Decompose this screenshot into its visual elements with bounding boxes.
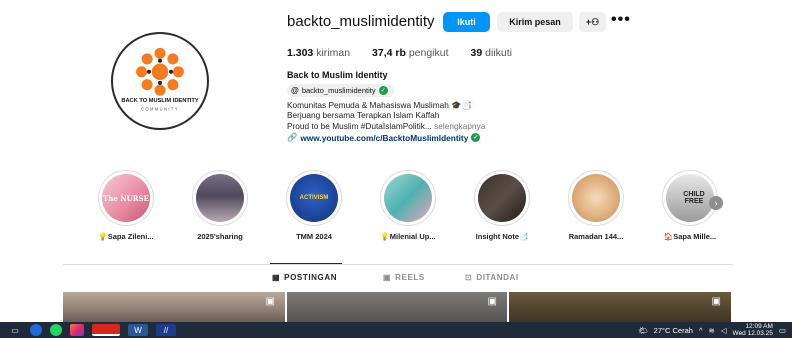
- highlight-label: 💡Milenial Up...: [380, 232, 436, 241]
- edge-browser-icon[interactable]: [30, 324, 42, 336]
- story-highlight[interactable]: 💡Milenial Up...: [368, 170, 448, 241]
- task-view-icon[interactable]: ▭: [8, 324, 22, 336]
- story-highlight[interactable]: Insight Note📑: [462, 170, 542, 241]
- bio-line: Komunitas Pemuda & Mahasiswa Muslimah 🎓📑: [287, 100, 472, 110]
- highlight-label: TMM 2024: [296, 232, 332, 241]
- send-message-button[interactable]: Kirim pesan: [497, 12, 573, 32]
- opera-browser-icon[interactable]: [92, 324, 120, 336]
- story-highlight[interactable]: Ramadan 144...: [556, 170, 636, 241]
- profile-stats: 1.303 kiriman 37,4 rb pengikut 39 diikut…: [287, 47, 512, 59]
- post-thumbnail[interactable]: ▣: [287, 292, 507, 322]
- threads-badge[interactable]: @ backto_muslimidentity ✓: [287, 84, 394, 97]
- svg-text:BACK TO MUSLIM IDENTITY: BACK TO MUSLIM IDENTITY: [121, 98, 199, 104]
- threads-handle: backto_muslimidentity: [301, 86, 376, 95]
- link-icon: 🔗: [287, 132, 298, 142]
- chevron-right-icon[interactable]: ›: [709, 196, 723, 210]
- bio-more-link[interactable]: selengkapnya: [434, 121, 485, 131]
- community-logo-icon: BACK TO MUSLIM IDENTITY COMMUNITY: [119, 47, 201, 111]
- whatsapp-icon[interactable]: [50, 324, 62, 336]
- add-person-icon: +⚇: [585, 16, 600, 27]
- tab-reels[interactable]: ▣ REELS: [383, 273, 425, 282]
- reel-icon: ▣: [711, 296, 721, 307]
- system-tray: 🌤 27°C Cerah ^ ≋ ◁ 12:09 AM Wed 12.03.25…: [638, 322, 792, 338]
- profile-external-link[interactable]: 🔗 www.youtube.com/c/BacktoMuslimIdentity…: [287, 132, 481, 143]
- post-thumbnail[interactable]: ▣: [63, 292, 285, 322]
- word-icon[interactable]: W: [128, 324, 148, 336]
- threads-icon: @: [291, 86, 299, 95]
- highlight-cover: [572, 174, 620, 222]
- more-options-icon[interactable]: •••: [611, 11, 631, 29]
- story-highlight[interactable]: ACTIVISM TMM 2024: [274, 170, 354, 241]
- highlight-label: Ramadan 144...: [568, 232, 624, 241]
- profile-avatar[interactable]: BACK TO MUSLIM IDENTITY COMMUNITY: [111, 32, 209, 130]
- profile-bio: Komunitas Pemuda & Mahasiswa Muslimah 🎓📑…: [287, 100, 485, 131]
- verified-check-icon: ✓: [378, 86, 388, 95]
- active-tab-indicator: [270, 263, 342, 264]
- highlight-cover: [384, 174, 432, 222]
- following-count[interactable]: 39 diikuti: [471, 47, 512, 59]
- clock[interactable]: 12:09 AM Wed 12.03.25: [733, 323, 773, 337]
- reel-icon: ▣: [265, 296, 275, 307]
- followers-count[interactable]: 37,4 rb pengikut: [372, 47, 448, 59]
- svg-text:COMMUNITY: COMMUNITY: [141, 106, 179, 111]
- highlight-label: 🏠Sapa Mille...: [663, 232, 717, 241]
- instagram-icon[interactable]: [70, 324, 84, 336]
- reels-icon: ▣: [383, 273, 392, 282]
- profile-username: backto_muslimidentity: [287, 13, 435, 30]
- posts-count: 1.303 kiriman: [287, 47, 351, 59]
- tagged-icon: ⊡: [465, 273, 473, 282]
- post-thumbnail[interactable]: ▣: [509, 292, 731, 322]
- chevron-up-icon[interactable]: ^: [699, 326, 703, 335]
- highlight-label: 💡Sapa Zileni...: [98, 232, 154, 241]
- tab-posts[interactable]: ▦ POSTINGAN: [272, 273, 337, 282]
- highlight-cover: ACTIVISM: [290, 174, 338, 222]
- story-highlight[interactable]: The NURSE 💡Sapa Zileni...: [86, 170, 166, 241]
- weather-icon[interactable]: 🌤: [638, 326, 648, 335]
- speaker-icon[interactable]: ◁: [721, 326, 727, 335]
- grid-icon: ▦: [272, 273, 281, 282]
- instagram-profile-page: BACK TO MUSLIM IDENTITY COMMUNITY backto…: [0, 0, 792, 338]
- weather-text[interactable]: 27°C Cerah: [654, 326, 693, 335]
- highlight-label: 2025'sharing: [197, 232, 243, 241]
- bio-line: Berjuang bersama Terapkan Islam Kaffah: [287, 110, 440, 121]
- verified-check-icon: ✓: [471, 133, 481, 142]
- story-highlight[interactable]: 2025'sharing: [180, 170, 260, 241]
- tabs-divider: [63, 264, 733, 265]
- profile-full-name: Back to Muslim Identity: [287, 70, 388, 80]
- wifi-icon[interactable]: ≋: [708, 326, 714, 335]
- tab-tagged[interactable]: ⊡ DITANDAI: [465, 273, 519, 282]
- app-icon[interactable]: //: [156, 324, 176, 336]
- windows-taskbar: ▭ W // 🌤 27°C Cerah ^ ≋ ◁ 12:09 AM Wed 1…: [0, 322, 792, 338]
- notification-icon[interactable]: ▭: [779, 326, 786, 335]
- highlight-cover: [196, 174, 244, 222]
- highlight-label: Insight Note📑: [475, 232, 529, 241]
- follow-button[interactable]: Ikuti: [443, 12, 490, 32]
- highlight-cover: CHILD FREE: [666, 174, 714, 222]
- reel-icon: ▣: [487, 296, 497, 307]
- highlight-cover: [478, 174, 526, 222]
- bio-line: Proud to be Muslim #DutaIslamPolitik... …: [287, 120, 486, 131]
- highlight-cover: The NURSE: [102, 174, 150, 222]
- suggested-accounts-button[interactable]: +⚇: [579, 12, 606, 32]
